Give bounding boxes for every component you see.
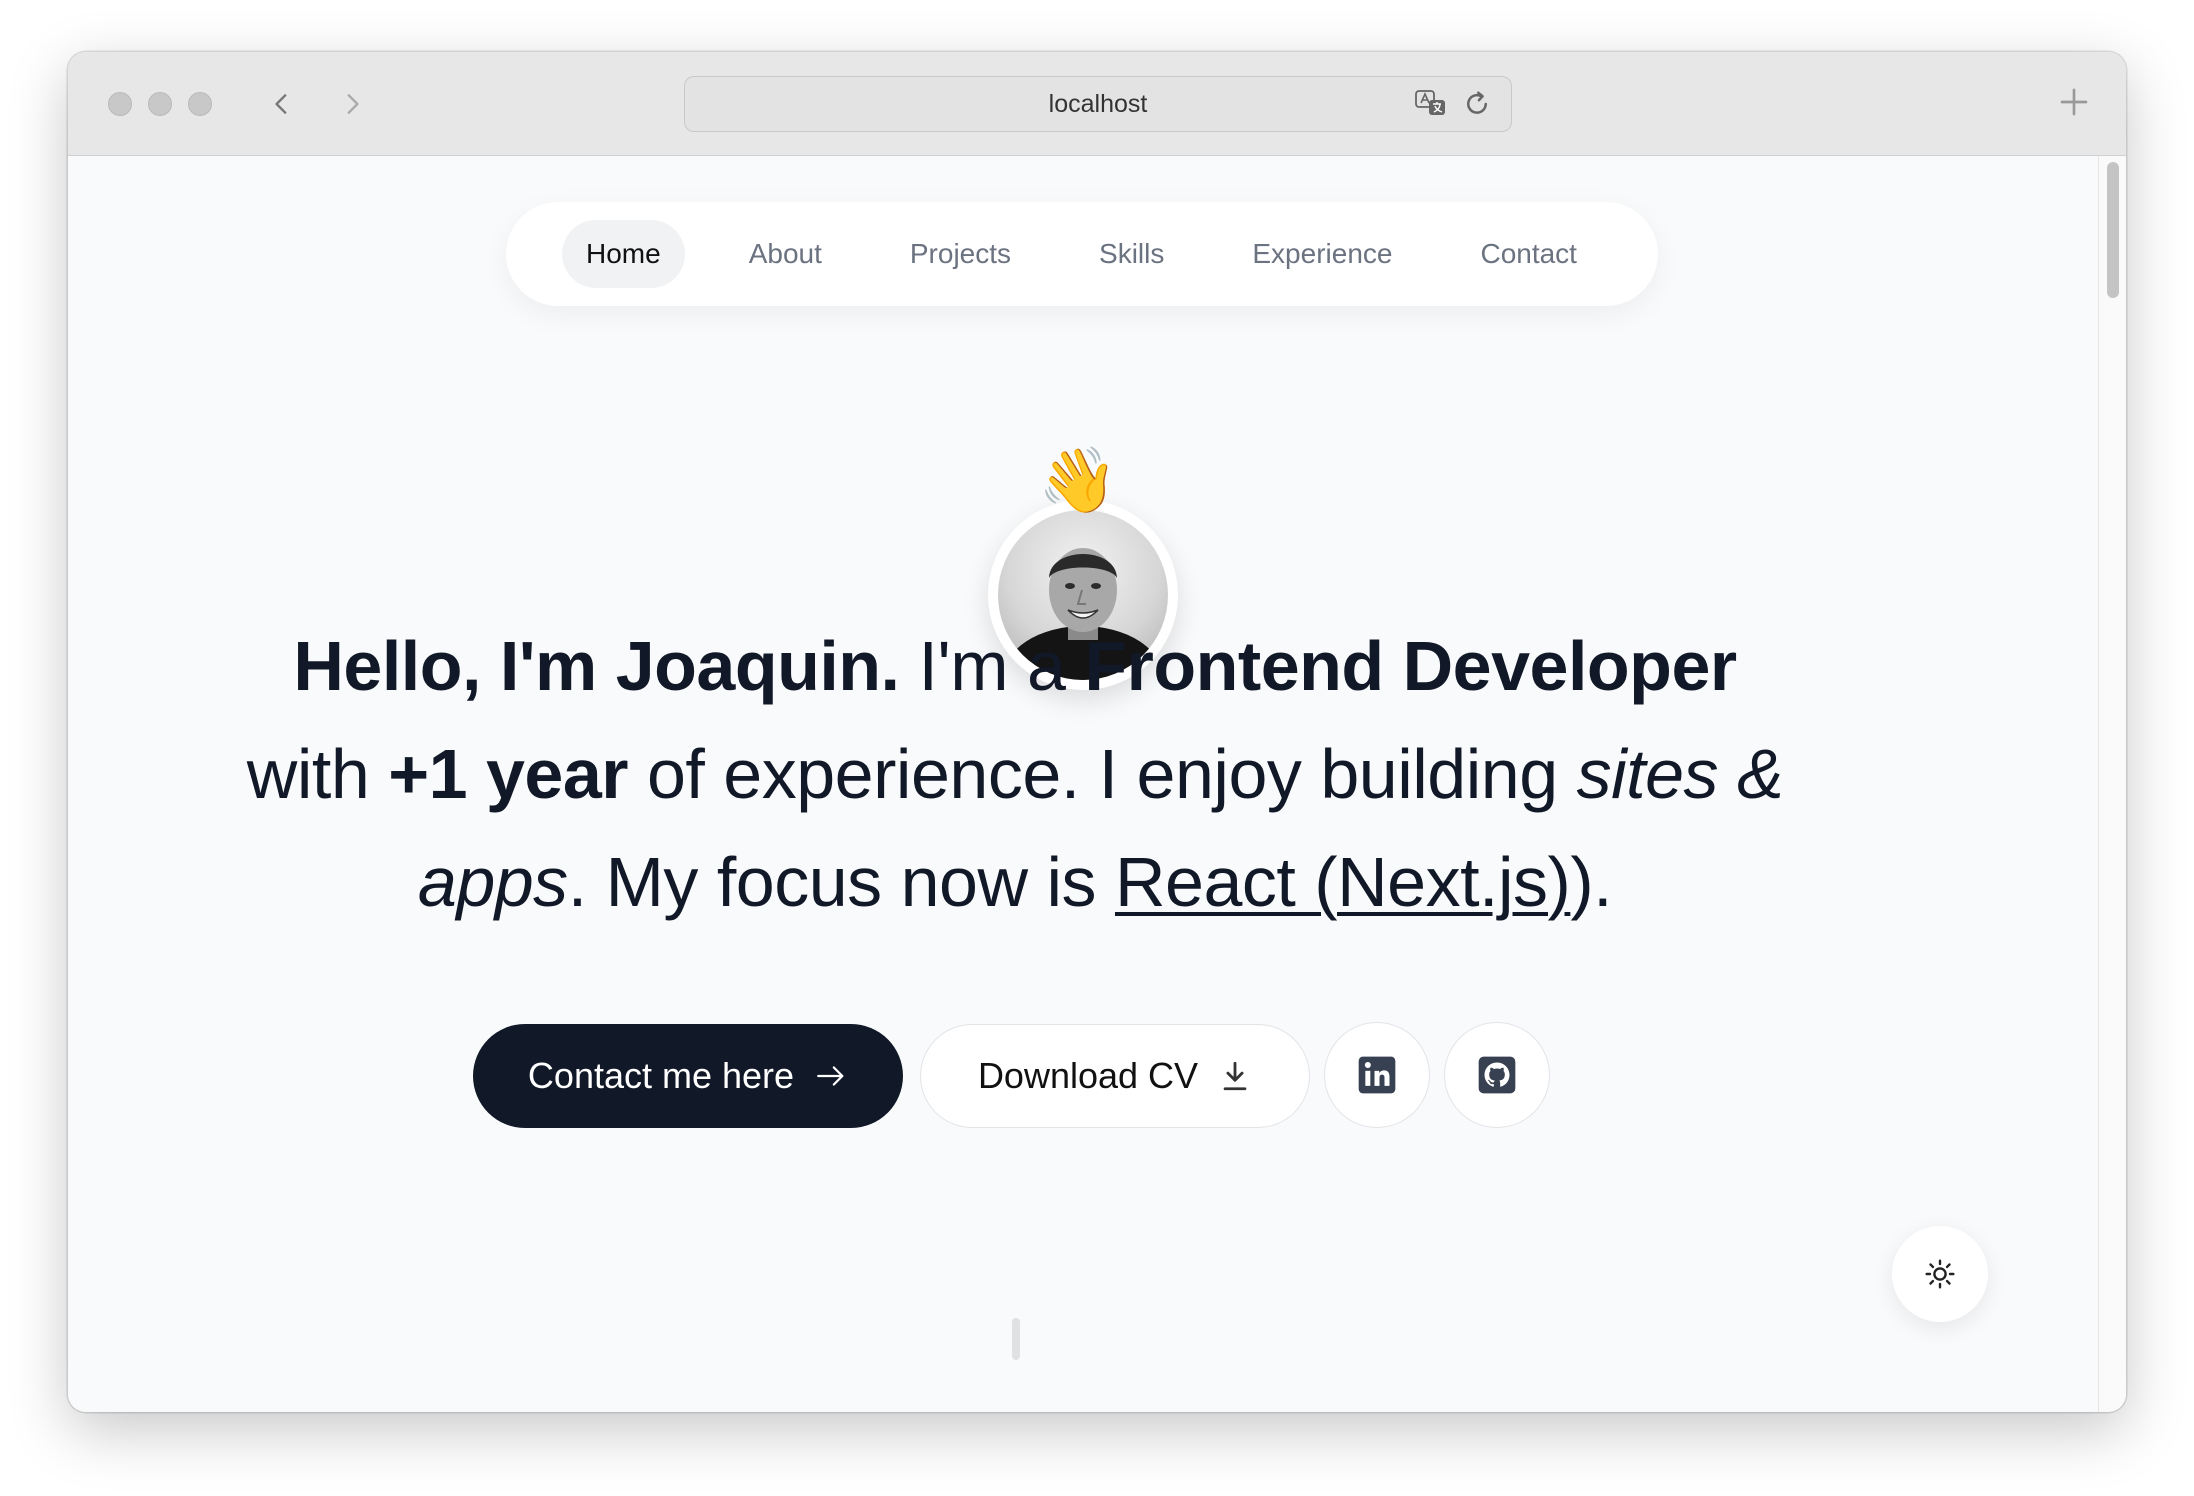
nav-link-projects[interactable]: Projects bbox=[886, 220, 1035, 288]
minimize-window-button[interactable] bbox=[148, 92, 172, 116]
waving-hand-icon: 👋 bbox=[1038, 444, 1118, 516]
arrow-right-icon bbox=[817, 1066, 844, 1086]
nav-link-experience[interactable]: Experience bbox=[1228, 220, 1416, 288]
hero-years: +1 year bbox=[388, 735, 629, 813]
vertical-scrollbar[interactable] bbox=[2098, 156, 2126, 1412]
hero-text-4: . My focus now is bbox=[567, 843, 1115, 921]
main-nav: Home About Projects Skills Experience Co… bbox=[506, 202, 1658, 306]
hero-tech-link[interactable]: React (Next.js) bbox=[1115, 843, 1571, 921]
hero-text-5: ). bbox=[1570, 843, 1613, 921]
nav-link-contact[interactable]: Contact bbox=[1456, 220, 1601, 288]
chevron-left-icon bbox=[275, 94, 287, 114]
translate-icon[interactable] bbox=[1415, 89, 1447, 119]
download-cv-button[interactable]: Download CV bbox=[920, 1024, 1310, 1128]
linkedin-icon bbox=[1358, 1056, 1396, 1094]
zoom-window-button[interactable] bbox=[188, 92, 212, 116]
contact-button-label: Contact me here bbox=[527, 1055, 795, 1096]
back-button[interactable] bbox=[260, 82, 304, 126]
chevron-right-icon bbox=[347, 94, 359, 114]
sun-icon bbox=[1925, 1259, 1955, 1289]
hero-greeting: Hello, I'm Joaquin. bbox=[293, 627, 900, 705]
hero-role: Frontend Developer bbox=[1084, 627, 1737, 705]
plus-icon bbox=[2060, 88, 2088, 116]
download-cv-label: Download CV bbox=[977, 1055, 1199, 1096]
contact-button[interactable]: Contact me here bbox=[473, 1024, 903, 1128]
nav-link-skills[interactable]: Skills bbox=[1075, 220, 1188, 288]
scroll-indicator bbox=[1012, 1318, 1020, 1360]
theme-toggle-button[interactable] bbox=[1892, 1226, 1988, 1322]
nav-link-about[interactable]: About bbox=[725, 220, 846, 288]
hero-headline: Hello, I'm Joaquin. I'm a Frontend Devel… bbox=[200, 612, 1830, 936]
nav-link-home[interactable]: Home bbox=[562, 220, 685, 288]
browser-toolbar: localhost bbox=[68, 52, 2126, 156]
address-bar[interactable]: localhost bbox=[684, 76, 1512, 132]
new-tab-button[interactable] bbox=[2054, 82, 2094, 122]
download-icon bbox=[1223, 1061, 1247, 1091]
hero-text-3: of experience. I enjoy building bbox=[628, 735, 1577, 813]
scrollbar-thumb[interactable] bbox=[2107, 162, 2119, 298]
close-window-button[interactable] bbox=[108, 92, 132, 116]
github-icon bbox=[1478, 1056, 1516, 1094]
hero-text-2: with bbox=[246, 735, 389, 813]
hero-text-1: I'm a bbox=[899, 627, 1085, 705]
reload-icon[interactable] bbox=[1461, 89, 1493, 119]
linkedin-button[interactable] bbox=[1324, 1022, 1430, 1128]
forward-button[interactable] bbox=[330, 82, 374, 126]
github-button[interactable] bbox=[1444, 1022, 1550, 1128]
url-text: localhost bbox=[1048, 89, 1148, 118]
